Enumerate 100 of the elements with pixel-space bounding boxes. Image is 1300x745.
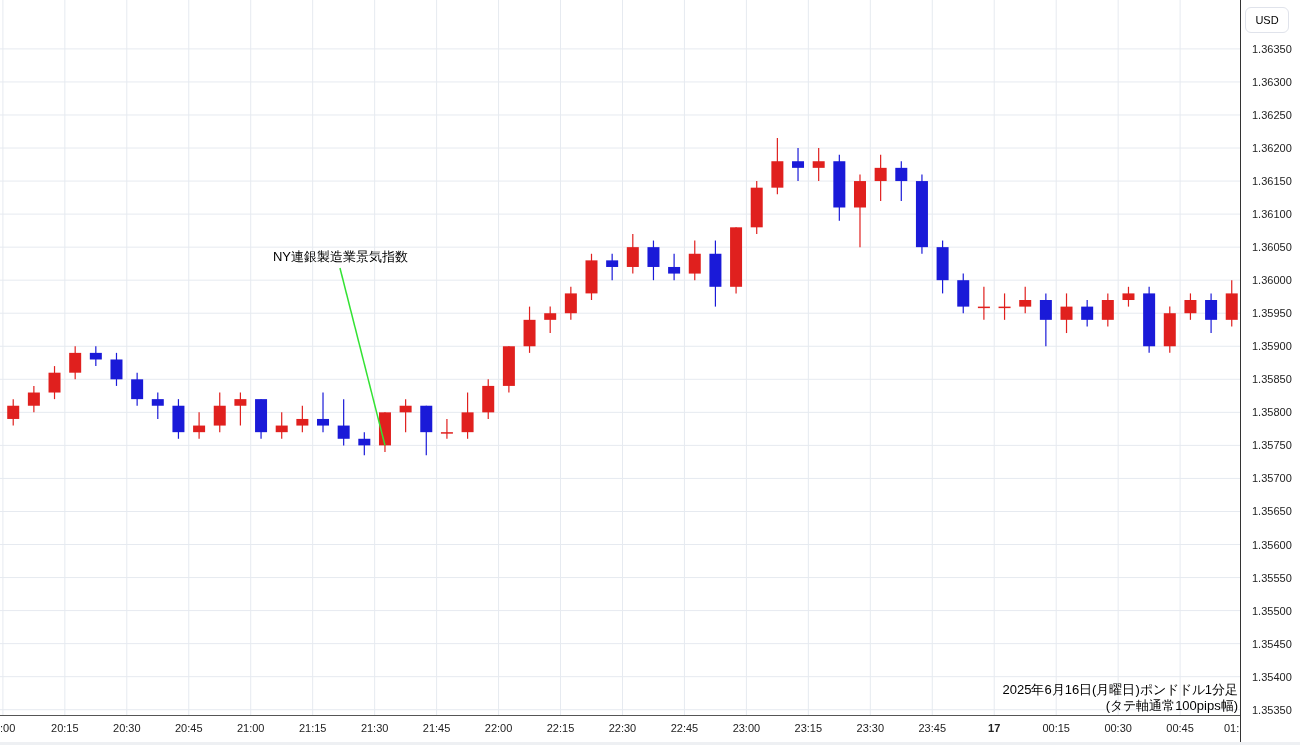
price-label: 1.36000 [1252, 274, 1292, 288]
candlestick [234, 391, 247, 427]
candlestick [564, 286, 577, 321]
candlestick [833, 154, 846, 222]
candlestick [255, 398, 268, 440]
candlestick [1019, 286, 1032, 314]
price-label: 1.36100 [1252, 208, 1292, 222]
price-label: 1.35750 [1252, 439, 1292, 453]
candlestick [7, 398, 20, 427]
price-label: 1.35850 [1252, 373, 1292, 387]
candlestick [977, 286, 990, 321]
price-label: 1.35450 [1252, 637, 1292, 651]
price-label: 1.35650 [1252, 505, 1292, 519]
candlestick [626, 233, 639, 275]
candlestick [482, 378, 495, 420]
candlestick [957, 272, 970, 314]
time-label: 22:15 [546, 722, 575, 735]
annotation-label: NY連銀製造業景気指数 [272, 249, 409, 265]
price-label: 1.35700 [1252, 472, 1292, 486]
price-label: 1.35400 [1252, 670, 1292, 684]
candlestick [337, 398, 350, 446]
candlestick [544, 306, 557, 334]
time-label: 20:15 [51, 722, 79, 735]
candlestick [606, 253, 619, 281]
price-label: 1.36200 [1252, 142, 1292, 155]
candlestick [709, 239, 722, 308]
candlestick [1039, 292, 1052, 347]
candlestick [110, 352, 123, 387]
candlestick [317, 391, 329, 433]
candlestick [688, 239, 701, 281]
chart-caption: (タテ軸通常100pips幅) [1105, 698, 1238, 714]
candlestick [668, 253, 681, 281]
candlestick [1143, 286, 1156, 354]
candlestick [1122, 286, 1135, 308]
time-label: 21:00 [236, 722, 265, 735]
candlestick [461, 391, 474, 440]
candlestick [750, 180, 763, 235]
time-label: 22:00 [484, 722, 513, 735]
price-label: 1.35350 [1252, 703, 1292, 717]
candlestick [936, 239, 949, 294]
time-label: 21:30 [360, 722, 389, 735]
candlestick [730, 226, 743, 294]
candlestick [1205, 292, 1218, 334]
candlestick [440, 418, 453, 440]
time-label: 23:30 [856, 722, 885, 735]
candlestick [812, 147, 825, 182]
time-label: 20:30 [113, 722, 141, 735]
candlestick [771, 137, 784, 195]
candlestick [895, 160, 908, 202]
candlestick [1184, 292, 1197, 321]
time-label: 22:45 [670, 722, 699, 735]
currency-button[interactable]: USD [1245, 7, 1289, 33]
candlestick [792, 147, 805, 182]
candlestick [131, 372, 144, 407]
candlestick [502, 345, 515, 394]
candlestick [296, 405, 309, 433]
time-label: 17 [988, 722, 1001, 735]
candlestick [275, 411, 288, 440]
candlestick [874, 154, 887, 202]
candlestick [358, 431, 371, 456]
candlestick [48, 365, 61, 400]
time-label: :00 [0, 722, 16, 735]
candlestick [1163, 306, 1176, 354]
time-label: 00:45 [1166, 722, 1194, 735]
price-label: 1.35950 [1252, 307, 1292, 321]
candlestick [1225, 279, 1238, 328]
candlestick [193, 411, 206, 440]
candlestick [172, 398, 185, 440]
price-label: 1.35900 [1252, 340, 1292, 354]
candlestick [69, 345, 82, 380]
price-label: 1.36050 [1252, 241, 1292, 255]
time-label: 23:15 [794, 722, 823, 735]
time-label: 00:15 [1042, 722, 1070, 735]
time-label: 23:00 [732, 722, 761, 735]
candlestick [151, 391, 164, 420]
candlestick [27, 385, 40, 413]
price-label: 1.35800 [1252, 406, 1292, 420]
price-label: 1.36150 [1252, 175, 1292, 189]
price-label: 1.35600 [1252, 538, 1292, 552]
price-label: 1.36250 [1252, 108, 1292, 122]
candlestick [647, 239, 660, 281]
time-label: 00:30 [1104, 722, 1132, 735]
candlestick [399, 398, 412, 433]
candlestick [213, 391, 226, 433]
time-label: 21:45 [422, 722, 451, 735]
candlestick [1101, 292, 1114, 328]
price-label: 1.36350 [1252, 42, 1292, 56]
candlestick [1060, 292, 1073, 334]
time-label: 20:45 [175, 722, 203, 735]
time-label: 01: [1224, 722, 1240, 735]
candlestick [523, 306, 536, 354]
chart-caption: 2025年6月16日(月曜日)ポンドドル1分足 [1002, 682, 1238, 698]
price-label: 1.36300 [1252, 75, 1292, 89]
price-label: 1.35500 [1252, 604, 1292, 618]
candlestick [585, 253, 598, 301]
time-label: 21:15 [298, 722, 327, 735]
time-label: 22:30 [608, 722, 637, 735]
candlestick [998, 292, 1011, 321]
candlestick [89, 345, 102, 367]
candlestick [1081, 299, 1094, 328]
